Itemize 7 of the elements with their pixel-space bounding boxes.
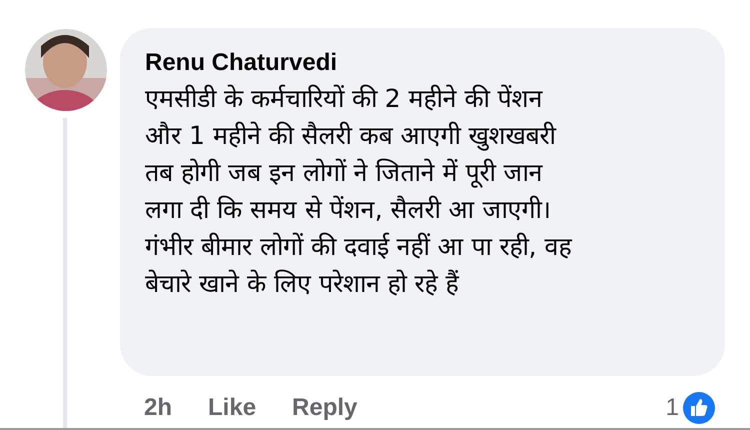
reaction-count: 1 [666,393,679,423]
action-link[interactable]: Like [208,390,256,426]
author-name[interactable]: Renu Chaturvedi [145,46,725,80]
thumbs-up-icon [683,392,715,424]
comment-text: एमसीडी के कर्मचारियों की 2 महीने की पेंशन और 1 महीने की सैलरी कब आएगी खुशखबरी तब होगी जब इन लोगों ने जिताने में पूरी जान लगा दी कि समय से पेंशन, सैलरी आ जाएगी। गंभीर बीमार लोगों की दवाई नहीं आ पा रही, वह बेचारे खाने के लिए परेशान हो रहे हैं [145,83,574,300]
timestamp: 2h [144,393,172,423]
action-link[interactable]: Reply [292,390,358,426]
